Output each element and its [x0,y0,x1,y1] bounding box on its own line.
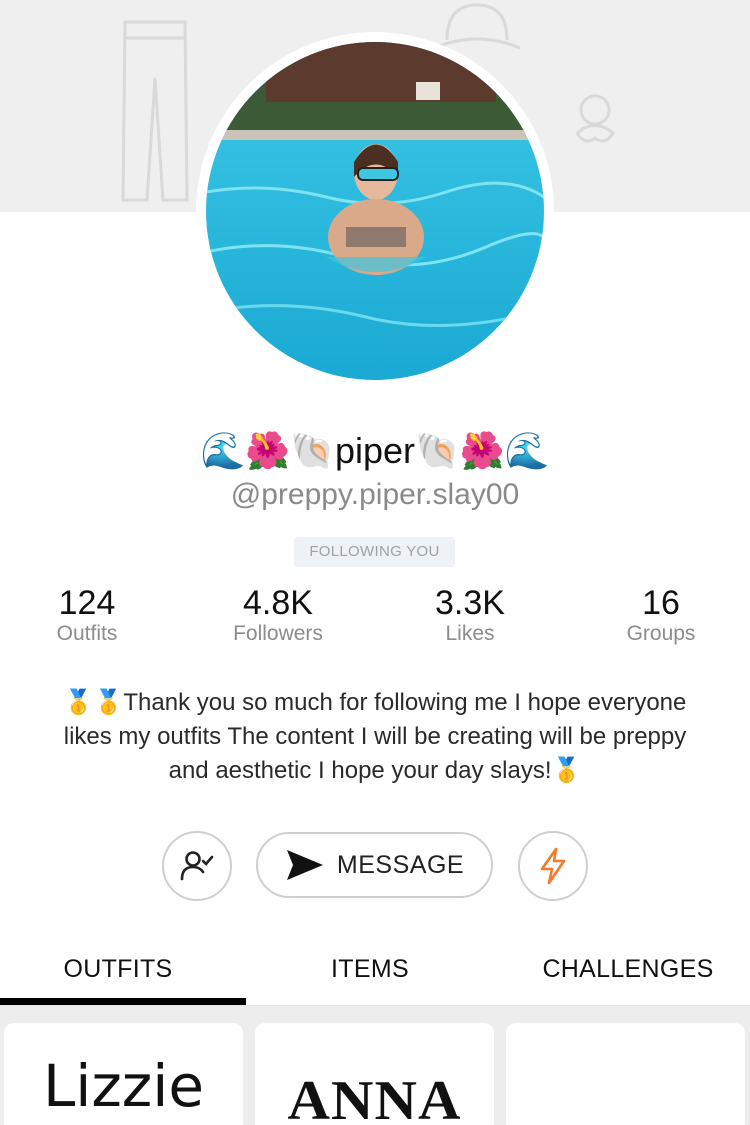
pants-icon [121,20,189,202]
stat-label: Groups [626,622,696,645]
user-check-icon [180,851,214,881]
stat-followers[interactable]: 4.8K Followers [198,583,358,645]
avatar[interactable] [206,42,544,380]
outfit-card[interactable] [506,1023,745,1125]
stat-likes[interactable]: 3.3K Likes [390,583,550,645]
stat-value: 124 [58,584,116,622]
tab-outfits[interactable]: OUTFITS [0,945,236,993]
profile-bio: 🥇🥇Thank you so much for following me I h… [63,689,687,784]
stat-groups[interactable]: 16 Groups [581,583,741,645]
tab-items[interactable]: ITEMS [250,945,490,993]
stat-label: Likes [445,622,495,645]
accessory-icon [575,94,615,143]
send-icon [286,850,323,880]
lightning-icon [540,847,566,885]
outfit-card-title: Lizzie [42,1052,205,1120]
username: @preppy.piper.slay00 [230,478,520,511]
stat-outfits[interactable]: 124 Outfits [7,583,167,645]
message-button-label: MESSAGE [336,850,465,879]
following-you-badge: FOLLOWING YOU [294,537,455,567]
outfit-card-title: ANNA [287,1070,462,1125]
following-button[interactable] [162,831,232,901]
avatar-photo [206,42,544,380]
stat-label: Followers [233,622,323,645]
stat-value: 4.8K [243,584,313,622]
display-name: 🌊🌺🐚piper🐚🌺🌊 [200,430,550,471]
stat-value: 16 [642,584,680,622]
boost-button[interactable] [518,831,588,901]
outfit-card[interactable]: Lizzie [4,1023,243,1125]
stat-value: 3.3K [435,584,505,622]
tab-challenges[interactable]: CHALLENGES [510,945,746,993]
outfit-card[interactable]: ANNA [255,1023,494,1125]
message-button[interactable]: MESSAGE [256,832,493,898]
stat-label: Outfits [56,622,118,645]
